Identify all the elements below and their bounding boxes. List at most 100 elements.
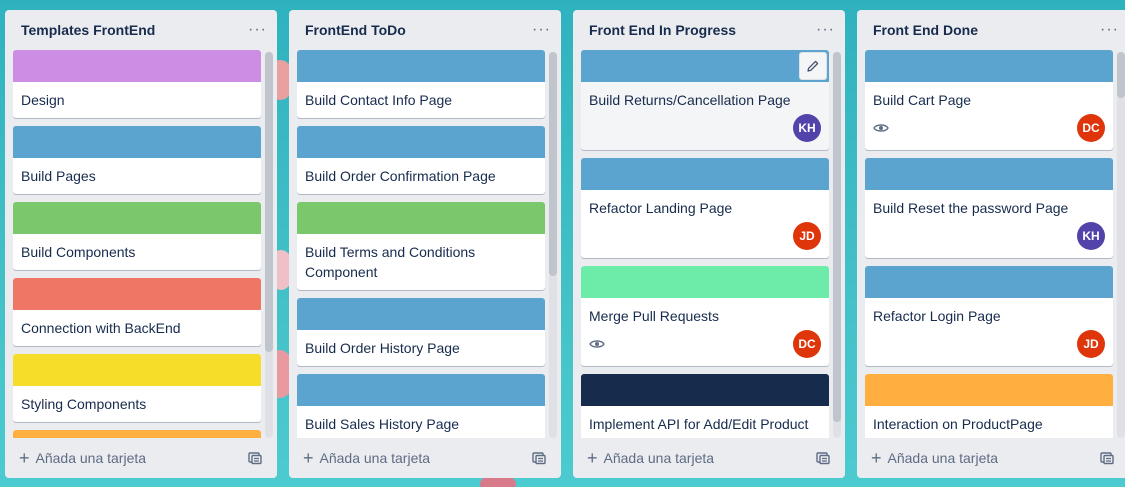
card-list: Build Contact Info Page Build Order Conf… xyxy=(297,50,545,438)
card-cover xyxy=(581,266,829,298)
member-avatar[interactable]: DC xyxy=(1077,114,1105,142)
card-template-icon[interactable] xyxy=(247,450,263,466)
card[interactable]: Connection with BackEnd xyxy=(13,278,261,346)
card-cover xyxy=(13,126,261,158)
list-menu-icon[interactable]: ··· xyxy=(532,21,551,39)
card[interactable]: Build Reset the password Page KH xyxy=(865,158,1113,258)
card-title: Implement API for Add/Edit Product xyxy=(589,416,809,432)
plus-icon: + xyxy=(303,448,314,468)
list-header: FrontEnd ToDo ··· xyxy=(289,10,561,50)
card-cover xyxy=(297,374,545,406)
card-cover xyxy=(581,158,829,190)
scrollbar-thumb[interactable] xyxy=(265,52,273,352)
list-header: Templates FrontEnd ··· xyxy=(5,10,277,50)
card-list: Design Build Pages Build Components Conn… xyxy=(13,50,261,438)
add-card-button[interactable]: + Añada una tarjeta xyxy=(587,448,715,468)
list-frontend-done: Front End Done ··· Build Cart Page DC Bu… xyxy=(857,10,1125,478)
list-title[interactable]: Front End Done xyxy=(873,22,978,38)
card-title: Connection with BackEnd xyxy=(21,320,181,336)
list-frontend-in-progress: Front End In Progress ··· Build Returns/… xyxy=(573,10,845,478)
card-title: Build Order History Page xyxy=(305,340,460,356)
eye-icon xyxy=(873,124,889,132)
scrollbar-thumb[interactable] xyxy=(549,52,557,276)
plus-icon: + xyxy=(587,448,598,468)
list-footer: + Añada una tarjeta xyxy=(581,444,837,472)
card[interactable]: Build Returns/Cancellation Page KH xyxy=(581,50,829,150)
card-title: Build Contact Info Page xyxy=(305,92,453,108)
add-card-button[interactable]: + Añada una tarjeta xyxy=(871,448,999,468)
add-card-label: Añada una tarjeta xyxy=(603,450,715,466)
card-template-icon[interactable] xyxy=(531,450,547,466)
card[interactable]: Build Order Confirmation Page xyxy=(297,126,545,194)
plus-icon: + xyxy=(19,448,30,468)
add-card-button[interactable]: + Añada una tarjeta xyxy=(303,448,431,468)
card-title: Refactor Login Page xyxy=(873,308,1001,324)
add-card-label: Añada una tarjeta xyxy=(319,450,431,466)
card-title: Build Sales History Page xyxy=(305,416,460,432)
edit-card-button[interactable] xyxy=(799,52,827,80)
card[interactable]: Build Cart Page DC xyxy=(865,50,1113,150)
card[interactable]: Design xyxy=(13,50,261,118)
card[interactable]: Refactor Landing Page JD xyxy=(581,158,829,258)
card[interactable]: Refactor Login Page JD xyxy=(865,266,1113,366)
card-cover xyxy=(581,50,829,82)
card-title: Build Terms and Conditions Component xyxy=(305,244,476,280)
card-template-icon[interactable] xyxy=(1099,450,1115,466)
card[interactable]: Build Pages xyxy=(13,126,261,194)
card[interactable]: Build Contact Info Page xyxy=(297,50,545,118)
plus-icon: + xyxy=(871,448,882,468)
card-list: Build Returns/Cancellation Page KH Refac… xyxy=(581,50,829,438)
list-templates-frontend: Templates FrontEnd ··· Design Build Page… xyxy=(5,10,277,478)
card-template-icon[interactable] xyxy=(815,450,831,466)
list-menu-icon[interactable]: ··· xyxy=(248,21,267,39)
card-title: Styling Components xyxy=(21,396,147,412)
scrollbar[interactable] xyxy=(1117,52,1125,438)
card-cover xyxy=(297,298,545,330)
card-title: Build Components xyxy=(21,244,136,260)
scrollbar[interactable] xyxy=(833,52,841,438)
list-footer: + Añada una tarjeta xyxy=(13,444,269,472)
list-menu-icon[interactable]: ··· xyxy=(816,21,835,39)
member-avatar[interactable]: KH xyxy=(1077,222,1105,250)
card[interactable]: Build Order History Page xyxy=(297,298,545,366)
card[interactable]: Interaction on ProductPage KH xyxy=(865,374,1113,438)
scrollbar-thumb[interactable] xyxy=(833,52,841,422)
card-title: Merge Pull Requests xyxy=(589,308,719,324)
member-avatar[interactable]: KH xyxy=(793,114,821,142)
add-card-button[interactable]: + Añada una tarjeta xyxy=(19,448,146,468)
card-title: Build Pages xyxy=(21,168,96,184)
scrollbar-thumb[interactable] xyxy=(1117,52,1125,98)
card[interactable]: Implement API for Add/Edit Product SP xyxy=(581,374,829,438)
list-title[interactable]: Front End In Progress xyxy=(589,22,736,38)
member-avatar[interactable]: DC xyxy=(793,330,821,358)
board: Templates FrontEnd ··· Design Build Page… xyxy=(5,10,1125,478)
card-title: Build Cart Page xyxy=(873,92,972,108)
card-title: Design xyxy=(21,92,65,108)
card[interactable] xyxy=(13,430,261,438)
card-cover xyxy=(865,50,1113,82)
member-avatar[interactable]: JD xyxy=(1077,330,1105,358)
list-title[interactable]: Templates FrontEnd xyxy=(21,22,155,38)
list-menu-icon[interactable]: ··· xyxy=(1100,21,1119,39)
add-card-label: Añada una tarjeta xyxy=(887,450,999,466)
card-title: Build Order Confirmation Page xyxy=(305,168,496,184)
card-cover xyxy=(13,354,261,386)
member-avatar[interactable]: JD xyxy=(793,222,821,250)
card-cover xyxy=(297,202,545,234)
card-title: Refactor Landing Page xyxy=(589,200,733,216)
card[interactable]: Merge Pull Requests DC xyxy=(581,266,829,366)
card[interactable]: Build Terms and Conditions Component xyxy=(297,202,545,290)
card[interactable]: Build Sales History Page xyxy=(297,374,545,438)
card-cover xyxy=(865,374,1113,406)
card[interactable]: Styling Components xyxy=(13,354,261,422)
card[interactable]: Build Components xyxy=(13,202,261,270)
list-footer: + Añada una tarjeta xyxy=(297,444,553,472)
list-frontend-todo: FrontEnd ToDo ··· Build Contact Info Pag… xyxy=(289,10,561,478)
pencil-icon xyxy=(807,60,819,72)
card-title: Build Reset the password Page xyxy=(873,200,1069,216)
scrollbar[interactable] xyxy=(549,52,557,438)
card-list: Build Cart Page DC Build Reset the passw… xyxy=(865,50,1113,438)
list-title[interactable]: FrontEnd ToDo xyxy=(305,22,406,38)
card-cover xyxy=(13,202,261,234)
scrollbar[interactable] xyxy=(265,52,273,438)
